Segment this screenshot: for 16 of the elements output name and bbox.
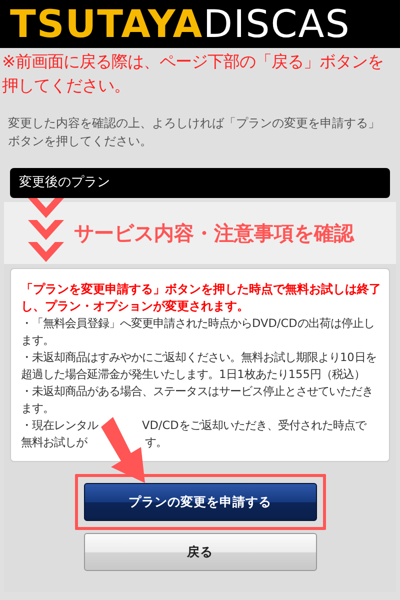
section-header: 変更後のプラン xyxy=(10,168,390,198)
back-notice: ※前画面に戻る際は、ページ下部の「戻る」ボタンを押してください。 xyxy=(1,51,385,97)
notice-text: す。 xyxy=(145,435,167,451)
notice-item: ・未返却商品がある場合、ステータスはサービス停止とさせていただきます。 xyxy=(21,384,374,417)
chevrons-down-icon xyxy=(28,198,64,264)
back-button[interactable]: 戻る xyxy=(84,533,316,571)
instruction-text: 変更した内容を確認の上、よろしければ「プランの変更を申請する」ボタンを押してください。 xyxy=(7,115,381,150)
logo: TSUTAYADISCAS xyxy=(10,2,350,46)
notice-item: ・未返却商品はすみやかにご返却ください。無料お試し期限より10日を超過した場合延滞金が発生いたします。1日1枚あたり155円（税込） xyxy=(21,350,378,383)
submit-button[interactable]: プランの変更を申請する xyxy=(84,483,316,521)
warning-text: 「プランを変更申請する」ボタンを押した時点で無料お試しは終了し、プラン・オプションが変更されます。 xyxy=(21,281,381,315)
notice-text: 無料お試しが xyxy=(21,435,87,451)
notice-item: ・「無料会員登録」へ変更申請された時点からDVD/CDの出荷は停止します。 xyxy=(21,316,376,349)
notice-text: VD/CDをご返却いただき、受付された時点で xyxy=(142,418,366,434)
notice-text: ・現在レンタル xyxy=(21,418,98,434)
callout-title: サービス内容・注意事項を確認 xyxy=(74,220,354,246)
